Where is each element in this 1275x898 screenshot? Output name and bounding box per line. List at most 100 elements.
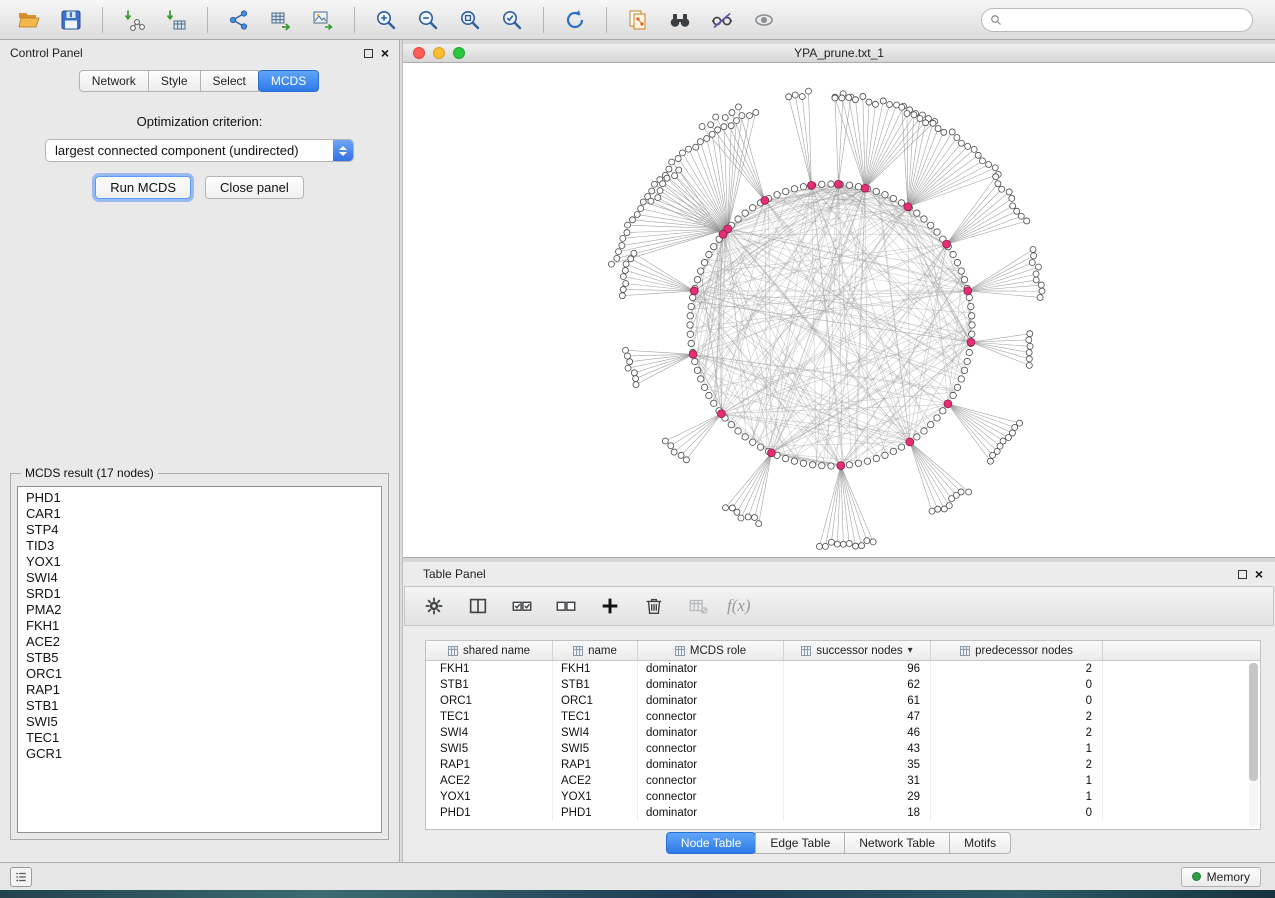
search-box[interactable]	[981, 8, 1253, 32]
result-item[interactable]: STB1	[18, 698, 381, 714]
result-item[interactable]: STP4	[18, 522, 381, 538]
open-session-button[interactable]	[10, 4, 48, 36]
delete-column-button[interactable]	[639, 591, 669, 621]
delete-table-button-disabled[interactable]	[683, 591, 713, 621]
result-item[interactable]: ORC1	[18, 666, 381, 682]
result-item[interactable]: CAR1	[18, 506, 381, 522]
column-header-MCDS-role[interactable]: MCDS role	[638, 641, 784, 660]
table-row[interactable]: ORC1ORC1dominator610	[426, 693, 1260, 709]
network-titlebar[interactable]: YPA_prune.txt_1	[403, 44, 1275, 63]
result-item[interactable]: STB5	[18, 650, 381, 666]
table-cell: 46	[784, 725, 931, 741]
search-input[interactable]	[1007, 13, 1244, 27]
tab-mcds[interactable]: MCDS	[258, 70, 319, 92]
add-column-button[interactable]	[595, 591, 625, 621]
save-session-button[interactable]	[52, 4, 90, 36]
table-scrollbar[interactable]	[1249, 663, 1258, 827]
column-header-name[interactable]: name	[553, 641, 638, 660]
table-row[interactable]: SWI4SWI4dominator462	[426, 725, 1260, 741]
result-item[interactable]: SRD1	[18, 586, 381, 602]
show-graphics-button[interactable]	[745, 4, 783, 36]
tab-edge-table[interactable]: Edge Table	[755, 832, 845, 854]
task-history-button[interactable]	[10, 867, 32, 887]
table-cell: ORC1	[426, 693, 553, 709]
tab-node-table[interactable]: Node Table	[666, 832, 757, 854]
result-item[interactable]: TID3	[18, 538, 381, 554]
network-title: YPA_prune.txt_1	[403, 46, 1275, 60]
result-item[interactable]: YOX1	[18, 554, 381, 570]
window-minimize-button[interactable]	[433, 47, 445, 59]
zoom-selected-button[interactable]	[493, 4, 531, 36]
table-row[interactable]: RAP1RAP1dominator352	[426, 757, 1260, 773]
table-cell: 62	[784, 677, 931, 693]
export-network-button[interactable]	[220, 4, 258, 36]
unchecked-boxes-icon	[555, 595, 577, 617]
import-table-icon	[164, 8, 188, 32]
show-columns-button[interactable]	[463, 591, 493, 621]
table-row[interactable]: PHD1PHD1dominator180	[426, 805, 1260, 821]
result-item[interactable]: PMA2	[18, 602, 381, 618]
find-network-button[interactable]	[661, 4, 699, 36]
memory-button[interactable]: Memory	[1181, 867, 1261, 887]
table-row[interactable]: ACE2ACE2connector311	[426, 773, 1260, 789]
import-table-button[interactable]	[157, 4, 195, 36]
network-canvas[interactable]	[403, 63, 1275, 557]
table-panel: Table Panel × f(x) shared namenameMCDS r…	[403, 562, 1275, 862]
table-row[interactable]: YOX1YOX1connector291	[426, 789, 1260, 805]
optimization-label: Optimization criterion:	[0, 114, 399, 129]
clone-network-button[interactable]	[619, 4, 657, 36]
network-graph[interactable]	[403, 63, 1275, 557]
tab-style[interactable]: Style	[148, 70, 201, 92]
window-zoom-button[interactable]	[453, 47, 465, 59]
result-item[interactable]: FKH1	[18, 618, 381, 634]
hide-details-button[interactable]	[703, 4, 741, 36]
table-cell: TEC1	[553, 709, 638, 725]
column-header-predecessor-nodes[interactable]: predecessor nodes	[931, 641, 1103, 660]
table-row[interactable]: STB1STB1dominator620	[426, 677, 1260, 693]
result-item[interactable]: ACE2	[18, 634, 381, 650]
export-image-button[interactable]	[304, 4, 342, 36]
result-item[interactable]: GCR1	[18, 746, 381, 762]
window-close-button[interactable]	[413, 47, 425, 59]
import-network-button[interactable]	[115, 4, 153, 36]
close-control-panel-icon[interactable]: ×	[381, 46, 389, 60]
table-row[interactable]: FKH1FKH1dominator962	[426, 661, 1260, 677]
table-settings-button[interactable]	[419, 591, 449, 621]
checked-boxes-icon	[511, 595, 533, 617]
column-header-successor-nodes[interactable]: successor nodes▾	[784, 641, 931, 660]
select-all-button[interactable]	[507, 591, 537, 621]
table-cell: 43	[784, 741, 931, 757]
tab-select[interactable]: Select	[200, 70, 259, 92]
column-header-shared-name[interactable]: shared name	[426, 641, 553, 660]
zoom-fit-button[interactable]	[451, 4, 489, 36]
close-table-panel-icon[interactable]: ×	[1255, 567, 1263, 581]
table-row[interactable]: SWI5SWI5connector431	[426, 741, 1260, 757]
refresh-button[interactable]	[556, 4, 594, 36]
zoom-out-button[interactable]	[409, 4, 447, 36]
table-cell: RAP1	[426, 757, 553, 773]
zoom-in-button[interactable]	[367, 4, 405, 36]
float-table-panel-icon[interactable]	[1238, 570, 1247, 579]
result-item[interactable]: TEC1	[18, 730, 381, 746]
deselect-all-button[interactable]	[551, 591, 581, 621]
run-mcds-button[interactable]: Run MCDS	[95, 176, 191, 199]
criterion-dropdown[interactable]: largest connected component (undirected)	[45, 139, 354, 162]
table-scrollbar-thumb[interactable]	[1249, 663, 1258, 781]
function-builder-button[interactable]: f(x)	[727, 596, 751, 616]
tab-network-table[interactable]: Network Table	[844, 832, 950, 854]
result-item[interactable]: PHD1	[18, 490, 381, 506]
table-tab-bar: Node TableEdge TableNetwork TableMotifs	[403, 832, 1275, 854]
float-control-panel-icon[interactable]	[364, 49, 373, 58]
table-cell: 1	[931, 773, 1103, 789]
table-row[interactable]: TEC1TEC1connector472	[426, 709, 1260, 725]
close-mcds-panel-button[interactable]: Close panel	[205, 176, 304, 199]
mcds-result-list[interactable]: PHD1CAR1STP4TID3YOX1SWI4SRD1PMA2FKH1ACE2…	[17, 486, 382, 833]
export-network-icon	[227, 8, 251, 32]
result-item[interactable]: SWI4	[18, 570, 381, 586]
tab-network[interactable]: Network	[79, 70, 149, 92]
column-label: MCDS role	[690, 645, 746, 657]
result-item[interactable]: SWI5	[18, 714, 381, 730]
export-table-button[interactable]	[262, 4, 300, 36]
result-item[interactable]: RAP1	[18, 682, 381, 698]
tab-motifs[interactable]: Motifs	[949, 832, 1011, 854]
